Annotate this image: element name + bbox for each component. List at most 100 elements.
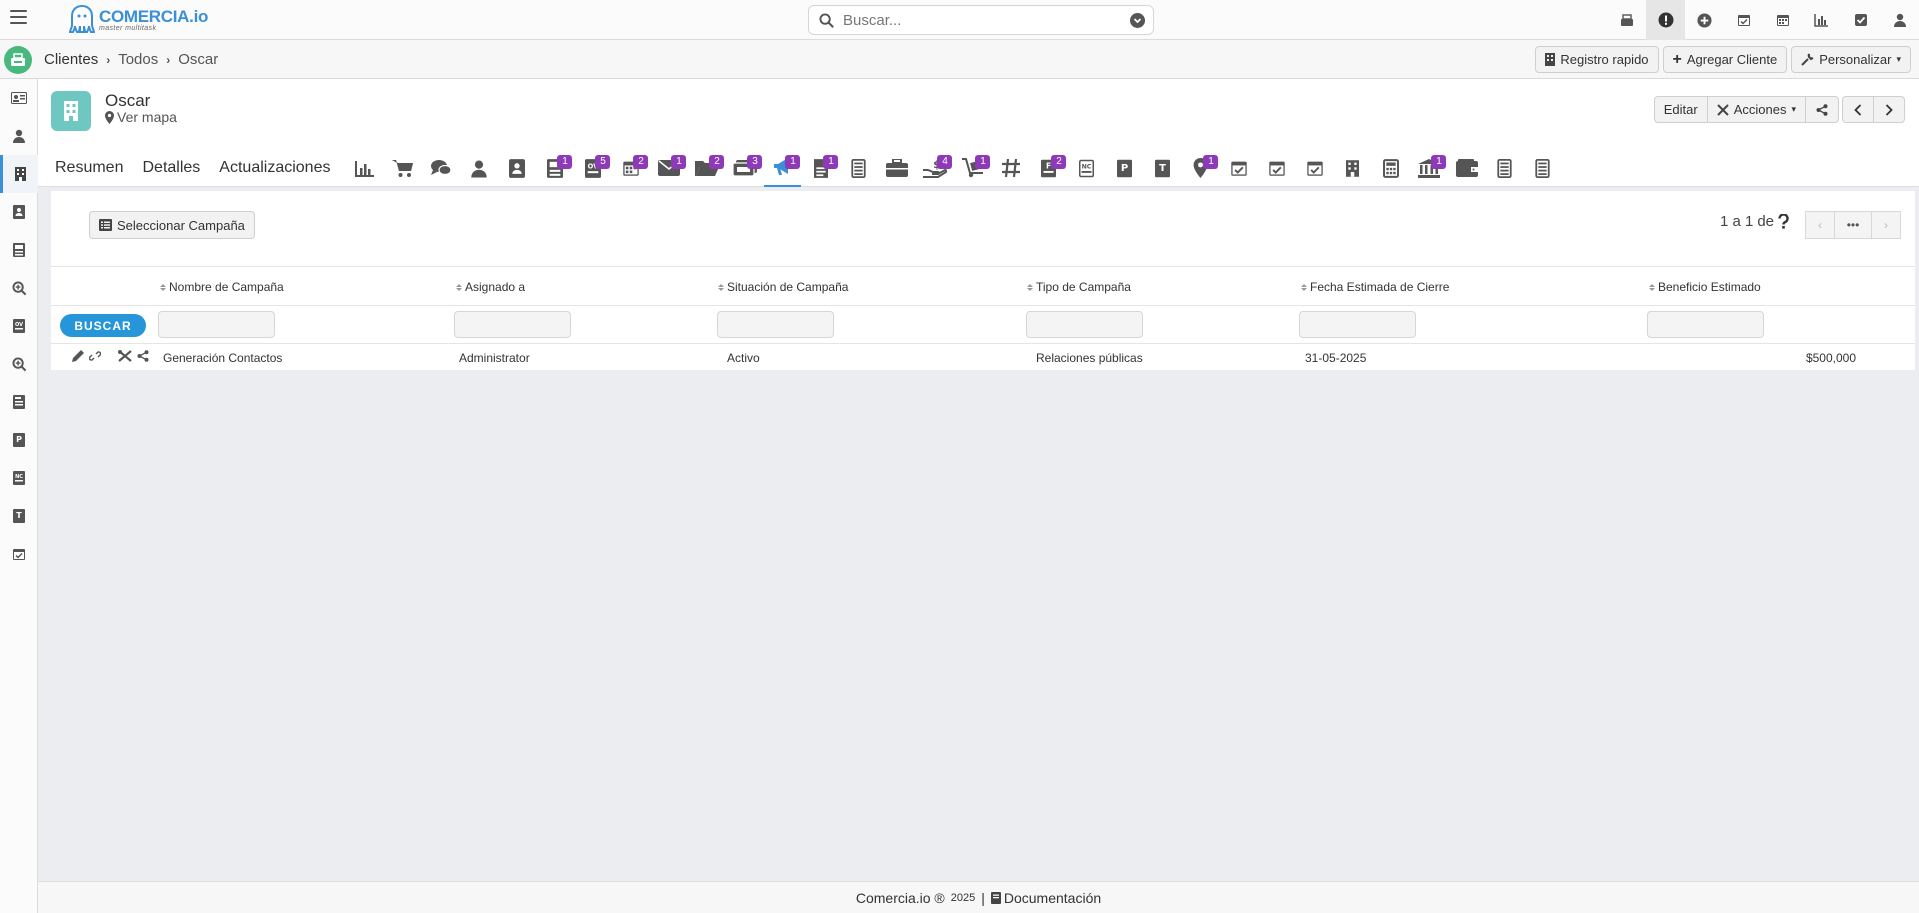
calendar-icon[interactable] xyxy=(1763,0,1802,40)
tab-calculator[interactable] xyxy=(1372,149,1409,187)
pencil-icon[interactable] xyxy=(71,349,85,363)
hamburger-menu-icon[interactable] xyxy=(10,10,27,26)
tab-payments[interactable]: $4 xyxy=(916,149,953,187)
tab-ledger-3[interactable] xyxy=(1524,149,1561,187)
select-campaign-button[interactable]: Seleccionar Campaña xyxy=(89,211,255,239)
tab-organizations[interactable] xyxy=(1334,149,1371,187)
plus-icon: + xyxy=(1672,50,1682,68)
cell-campaign-name[interactable]: Generación Contactos xyxy=(163,351,282,365)
tab-invoices[interactable]: F2 xyxy=(1030,149,1067,187)
tab-events-2[interactable] xyxy=(1258,149,1295,187)
sidebar-item-tickets[interactable]: T xyxy=(0,497,38,535)
share-button[interactable] xyxy=(1805,96,1839,123)
sidebar-item-address-book[interactable] xyxy=(0,193,38,231)
tab-orders[interactable]: OV 5 xyxy=(574,149,611,187)
filter-campaign-type[interactable] xyxy=(1026,311,1143,338)
tab-hashtags[interactable] xyxy=(992,149,1029,187)
sidebar-item-invoices[interactable] xyxy=(0,383,38,421)
filter-expected-revenue[interactable] xyxy=(1647,311,1764,338)
actions-button[interactable]: Acciones ▾ xyxy=(1706,96,1806,123)
add-client-button[interactable]: + Agregar Cliente xyxy=(1662,46,1788,73)
unlink-icon[interactable] xyxy=(89,350,101,362)
column-header-expected-revenue[interactable]: Beneficio Estimado xyxy=(1649,280,1761,294)
sidebar-item-contact-card[interactable] xyxy=(0,79,38,117)
tab-deliveries[interactable]: 1 xyxy=(954,149,991,187)
previous-page-button[interactable]: ‹ xyxy=(1805,211,1835,239)
help-icon[interactable] xyxy=(1778,214,1789,229)
next-record-button[interactable] xyxy=(1873,96,1905,123)
tools-icon[interactable] xyxy=(117,349,133,363)
filter-campaign-name[interactable] xyxy=(158,311,275,338)
sidebar-item-quotes[interactable] xyxy=(0,231,38,269)
filter-close-date[interactable] xyxy=(1299,311,1416,338)
sidebar-item-search[interactable] xyxy=(0,345,38,383)
tab-purchases[interactable]: P xyxy=(1106,149,1143,187)
search-button[interactable]: BUSCAR xyxy=(60,314,146,337)
tab-credit-notes[interactable]: NC xyxy=(1068,149,1105,187)
tab-ledger-2[interactable] xyxy=(1486,149,1523,187)
tab-quotes[interactable]: 1 xyxy=(536,149,573,187)
calendar-check-icon[interactable] xyxy=(1724,0,1763,40)
tab-banks[interactable]: 1 xyxy=(1410,149,1447,187)
tab-events-1[interactable] xyxy=(1220,149,1257,187)
previous-record-button[interactable] xyxy=(1842,96,1874,123)
tab-detalles[interactable]: Detalles xyxy=(142,149,200,187)
module-home-icon[interactable] xyxy=(4,46,32,74)
tab-projects[interactable] xyxy=(878,149,915,187)
sidebar-item-accounts[interactable] xyxy=(0,155,38,193)
share-icon[interactable] xyxy=(137,350,149,362)
tab-cards[interactable]: 3 xyxy=(726,149,763,187)
tab-comments[interactable] xyxy=(422,149,459,187)
breadcrumb-item-clientes[interactable]: Clientes xyxy=(44,51,98,68)
breadcrumb-item-todos[interactable]: Todos xyxy=(118,51,158,68)
tab-documents[interactable]: 2 xyxy=(688,149,725,187)
tab-calendar[interactable]: 2 xyxy=(612,149,649,187)
tab-reports[interactable] xyxy=(346,149,383,187)
tab-locations[interactable]: 1 xyxy=(1182,149,1219,187)
tab-contacts[interactable] xyxy=(460,149,497,187)
tab-notes[interactable]: 1 xyxy=(802,149,839,187)
column-header-campaign-status[interactable]: Situación de Campaña xyxy=(718,280,848,294)
tab-actualizaciones[interactable]: Actualizaciones xyxy=(219,149,330,187)
plus-circle-icon[interactable] xyxy=(1685,0,1724,40)
tab-events-3[interactable] xyxy=(1296,149,1333,187)
tab-products[interactable] xyxy=(384,149,421,187)
edit-button[interactable]: Editar xyxy=(1653,96,1708,123)
user-icon[interactable] xyxy=(1880,0,1919,40)
tab-tickets[interactable]: T xyxy=(1144,149,1181,187)
next-page-button[interactable]: › xyxy=(1871,211,1901,239)
customize-button[interactable]: Personalizar ▾ xyxy=(1791,46,1911,73)
column-header-close-date[interactable]: Fecha Estimada de Cierre xyxy=(1301,280,1449,294)
tab-campaigns[interactable]: 1 xyxy=(764,149,802,187)
column-header-assigned-to[interactable]: Asignado a xyxy=(456,280,525,294)
register-icon[interactable] xyxy=(1607,0,1646,40)
sidebar-item-contacts[interactable] xyxy=(0,117,38,155)
app-logo[interactable]: COMERCIA.io master multitask xyxy=(68,4,208,36)
chevron-down-icon[interactable] xyxy=(1130,13,1145,28)
column-header-campaign-name[interactable]: Nombre de Campaña xyxy=(160,280,284,294)
table-row[interactable]: Generación Contactos Administrator Activ… xyxy=(51,344,1915,370)
quick-register-button[interactable]: Registro rapido xyxy=(1535,46,1659,73)
pagination-summary: 1 a 1 de xyxy=(1720,213,1789,230)
sidebar-item-tasks[interactable] xyxy=(0,535,38,573)
tab-emails[interactable]: 1 xyxy=(650,149,687,187)
column-header-campaign-type[interactable]: Tipo de Campaña xyxy=(1027,280,1131,294)
alert-icon[interactable] xyxy=(1646,0,1685,40)
tab-wallet[interactable] xyxy=(1448,149,1485,187)
tab-resumen[interactable]: Resumen xyxy=(55,149,123,187)
more-pages-button[interactable]: ••• xyxy=(1834,211,1872,239)
filter-assigned-to[interactable] xyxy=(454,311,571,338)
tab-address-book[interactable] xyxy=(498,149,535,187)
bar-chart-icon[interactable] xyxy=(1802,0,1841,40)
sidebar-item-search-leads[interactable] xyxy=(0,269,38,307)
filter-campaign-status[interactable] xyxy=(717,311,834,338)
actions-label: Acciones xyxy=(1733,102,1787,117)
sidebar-item-credit-notes[interactable]: NC xyxy=(0,459,38,497)
tab-ledger[interactable] xyxy=(840,149,877,187)
search-input[interactable] xyxy=(843,6,1123,34)
sidebar-item-purchase[interactable]: P xyxy=(0,421,38,459)
task-check-icon[interactable] xyxy=(1841,0,1880,40)
documentation-link[interactable]: Documentación xyxy=(990,890,1101,906)
sidebar-item-sales-orders[interactable]: OV xyxy=(0,307,38,345)
view-map-link[interactable]: Ver mapa xyxy=(105,109,177,125)
